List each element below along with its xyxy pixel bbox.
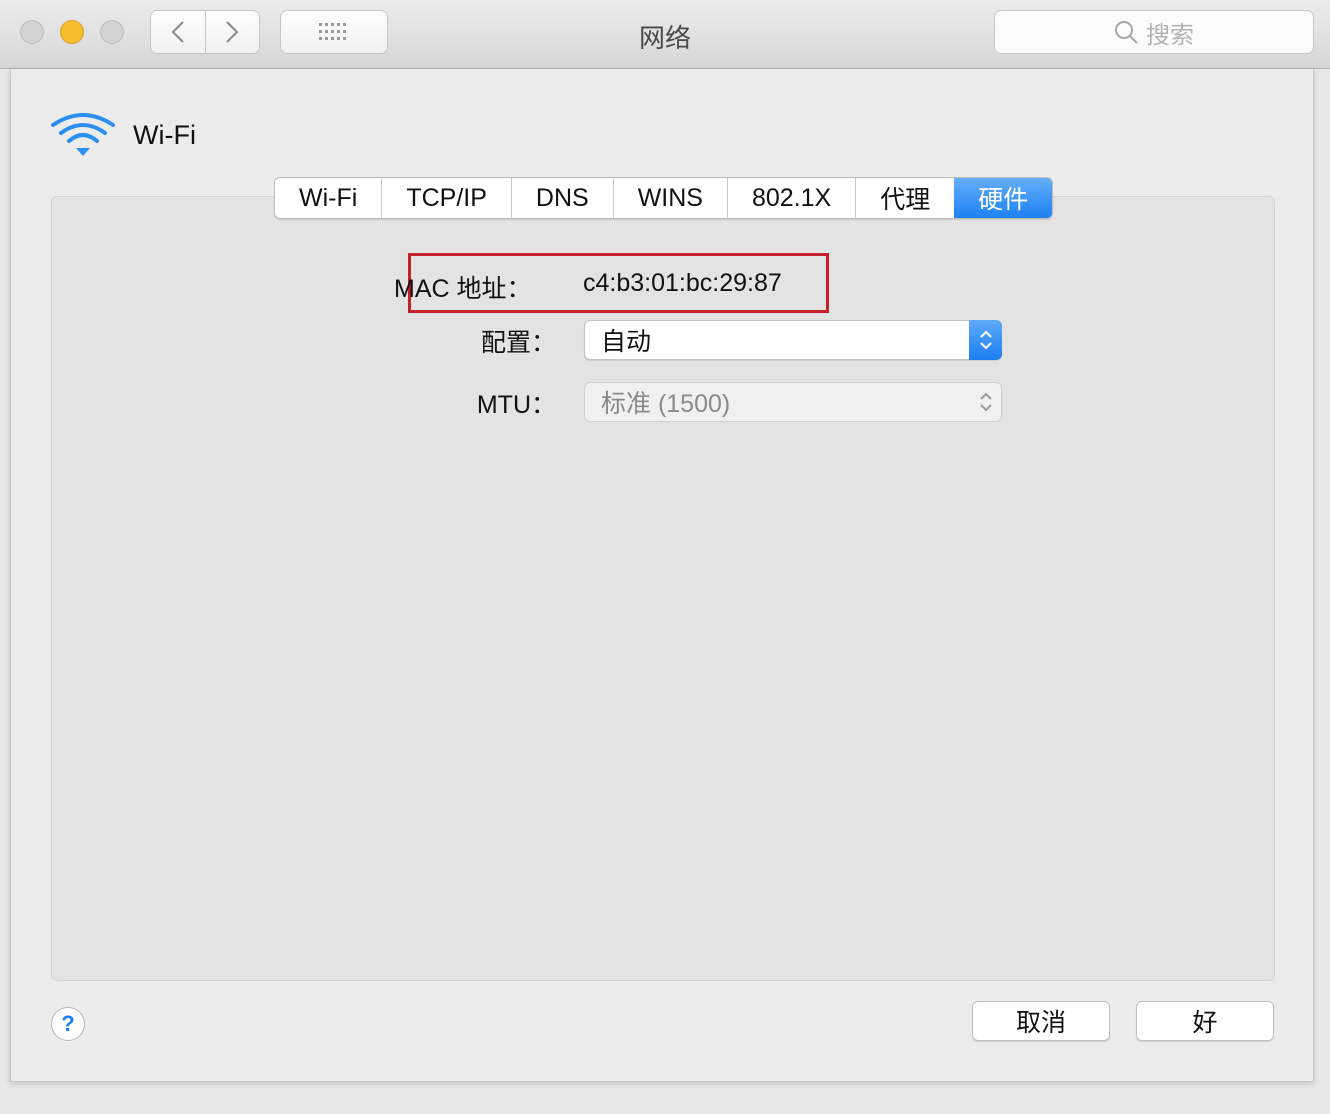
chevron-right-icon: [226, 21, 239, 43]
search-placeholder: 搜索: [1146, 21, 1194, 49]
navigation-buttons: [150, 10, 260, 54]
show-all-button[interactable]: [280, 10, 388, 54]
network-hardware-window: Wi-Fi Wi-Fi TCP/IP DNS WINS 802.1X 代理 硬件…: [10, 69, 1314, 1082]
title-bar: 网络 搜索: [0, 0, 1330, 69]
grid-icon: [319, 23, 346, 40]
mtu-selected-value: 标准 (1500): [601, 390, 731, 418]
configure-label: 配置：: [480, 329, 556, 357]
back-button[interactable]: [151, 11, 205, 53]
tab-8021x[interactable]: 802.1X: [726, 178, 855, 218]
up-down-chevron-icon: [979, 392, 992, 412]
tab-tcpip[interactable]: TCP/IP: [381, 178, 511, 218]
close-window-button[interactable]: [20, 20, 44, 44]
ok-button[interactable]: 好: [1136, 1001, 1274, 1041]
mtu-select: 标准 (1500): [584, 382, 1002, 422]
configure-stepper[interactable]: [969, 320, 1002, 360]
up-down-chevron-icon: [979, 330, 992, 350]
wifi-icon: [51, 113, 115, 156]
tab-hardware[interactable]: 硬件: [954, 178, 1053, 218]
help-button[interactable]: ?: [51, 1007, 85, 1041]
mac-address-value: c4:b3:01:bc:29:87: [583, 269, 782, 297]
search-field[interactable]: 搜索: [994, 10, 1314, 54]
zoom-window-button[interactable]: [100, 20, 124, 44]
cancel-button[interactable]: 取消: [972, 1001, 1110, 1041]
settings-tabs: Wi-Fi TCP/IP DNS WINS 802.1X 代理 硬件: [274, 177, 1054, 219]
chevron-left-icon: [171, 21, 184, 43]
configure-select[interactable]: 自动: [584, 320, 1002, 360]
tab-wins[interactable]: WINS: [612, 178, 727, 218]
search-icon: [1115, 21, 1138, 44]
tab-proxy[interactable]: 代理: [855, 178, 954, 218]
interface-header: Wi-Fi: [51, 111, 196, 159]
tab-dns[interactable]: DNS: [510, 178, 613, 218]
mtu-stepper: [969, 382, 1002, 422]
settings-panel: [51, 196, 1275, 981]
interface-name: Wi-Fi: [133, 119, 196, 150]
mac-address-label: MAC 地址：: [394, 275, 532, 303]
forward-button[interactable]: [204, 11, 260, 53]
configure-selected-value: 自动: [601, 328, 652, 356]
tab-wifi[interactable]: Wi-Fi: [275, 178, 381, 218]
mtu-label: MTU：: [476, 391, 556, 419]
minimize-window-button[interactable]: [60, 20, 84, 44]
